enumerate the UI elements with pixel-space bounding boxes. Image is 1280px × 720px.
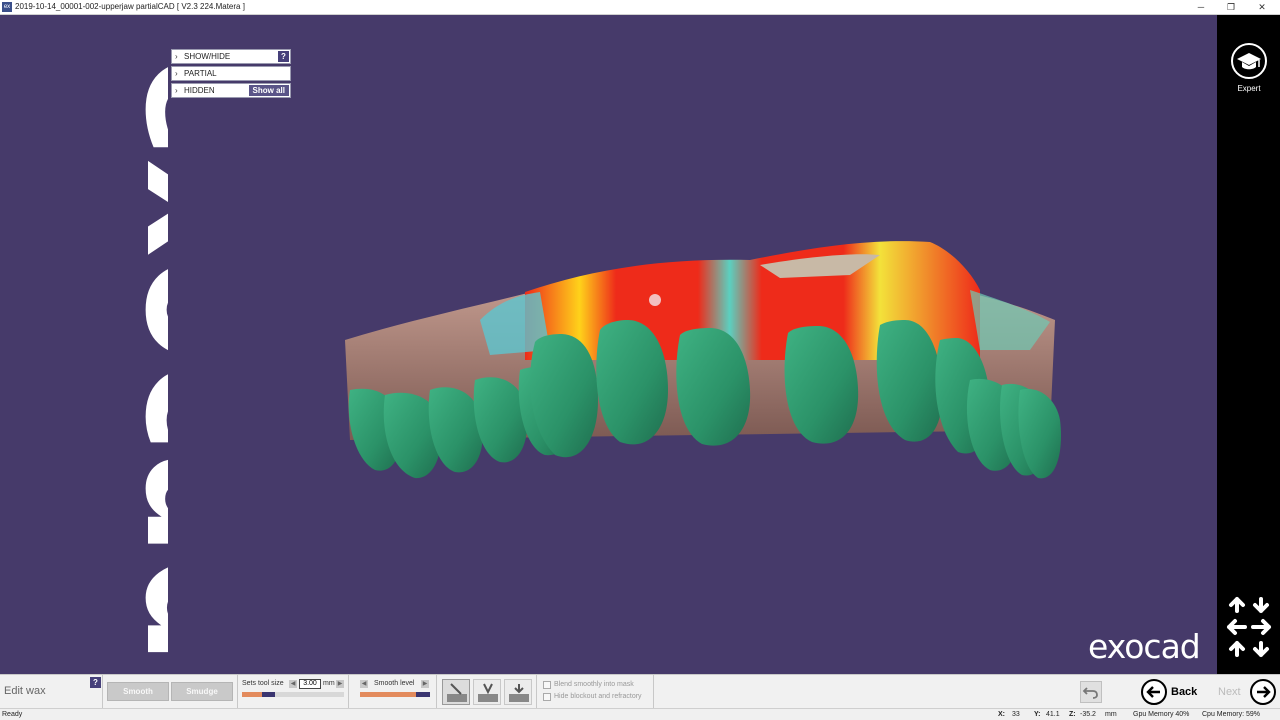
edit-wax-section: Edit wax ? xyxy=(0,675,103,709)
close-button[interactable]: ✕ xyxy=(1247,0,1277,15)
cpu-memory: Cpu Memory: 59% xyxy=(1202,711,1260,718)
expert-label: Expert xyxy=(1237,84,1261,93)
increase-level-icon[interactable]: ▶ xyxy=(421,680,429,688)
partial-label: PARTIAL xyxy=(184,69,217,78)
hide-blockout-label: Hide blockout and refractory xyxy=(554,693,642,700)
tool-size-unit: mm xyxy=(323,680,335,687)
hide-blockout-checkbox[interactable] xyxy=(543,693,551,701)
undo-icon xyxy=(1082,687,1098,699)
y-coordinate-label: Y: xyxy=(1034,711,1041,718)
upper-jaw-model[interactable] xyxy=(330,230,1070,505)
next-button[interactable]: Next xyxy=(1218,686,1241,698)
show-hide-label: SHOW/HIDE xyxy=(184,52,231,61)
status-ready: Ready xyxy=(2,711,23,718)
graduation-cap-icon xyxy=(1231,43,1267,79)
3d-viewport[interactable]: exocad › SHOW/HIDE ? › PARTIAL › HIDDEN … xyxy=(0,15,1217,674)
marker-dot xyxy=(649,294,661,306)
minimize-button[interactable]: ─ xyxy=(1186,0,1216,15)
help-icon[interactable]: ? xyxy=(278,51,289,62)
coordinate-unit: mm xyxy=(1105,711,1117,718)
hidden-row[interactable]: › HIDDEN Show all xyxy=(171,83,291,98)
show-all-button[interactable]: Show all xyxy=(248,85,289,96)
view-options-panel: › SHOW/HIDE ? › PARTIAL › HIDDEN Show al… xyxy=(171,49,291,100)
blend-checkbox[interactable] xyxy=(543,681,551,689)
tool-size-handle[interactable] xyxy=(262,692,275,697)
z-coordinate-value: -35.2 xyxy=(1080,711,1096,718)
wax-add-icon[interactable] xyxy=(473,679,501,705)
blend-label: Blend smoothly into mask xyxy=(554,681,634,688)
decrease-level-icon[interactable]: ◀ xyxy=(360,680,368,688)
gpu-memory: Gpu Memory 40% xyxy=(1133,711,1190,718)
maximize-button[interactable]: ❐ xyxy=(1216,0,1246,15)
expert-mode-button[interactable]: Expert xyxy=(1229,43,1269,93)
smudge-button[interactable]: Smudge xyxy=(171,682,233,701)
wax-knife-icon[interactable] xyxy=(442,679,470,705)
undo-button[interactable] xyxy=(1080,681,1102,703)
wax-tools-section xyxy=(437,675,537,709)
x-coordinate-label: X: xyxy=(998,711,1005,718)
help-icon[interactable]: ? xyxy=(90,677,101,688)
window-titlebar: ex 2019-10-14_00001-002-upperjaw partial… xyxy=(0,0,1280,15)
exocad-corner-logo: exocad xyxy=(1088,627,1201,666)
bottom-toolbar: Edit wax ? Smooth Smudge Sets tool size … xyxy=(0,674,1280,709)
y-coordinate-value: 41.1 xyxy=(1046,711,1060,718)
exocad-vertical-logo: exocad xyxy=(108,55,168,665)
tool-size-section: Sets tool size ◀ 3.00 mm ▶ xyxy=(238,675,349,709)
partial-row[interactable]: › PARTIAL xyxy=(171,66,291,81)
smooth-level-label: Smooth level xyxy=(374,680,415,687)
chevron-right-icon: › xyxy=(175,69,178,78)
wax-remove-icon[interactable] xyxy=(504,679,532,705)
app-icon: ex xyxy=(2,2,12,12)
tool-size-fill xyxy=(242,692,262,697)
edit-wax-label: Edit wax xyxy=(4,685,46,697)
show-hide-row[interactable]: › SHOW/HIDE ? xyxy=(171,49,291,64)
options-section: Blend smoothly into mask Hide blockout a… xyxy=(537,675,654,709)
status-bar: Ready X: 33 Y: 41.1 Z: -35.2 mm Gpu Memo… xyxy=(0,708,1280,720)
smooth-level-handle[interactable] xyxy=(416,692,430,697)
back-button[interactable]: Back xyxy=(1171,686,1197,698)
exocad-vertical-logo-text: exocad xyxy=(108,55,168,665)
tool-size-input[interactable]: 3.00 xyxy=(299,679,321,689)
smooth-button[interactable]: Smooth xyxy=(107,682,169,701)
window-title: 2019-10-14_00001-002-upperjaw partialCAD… xyxy=(15,2,245,11)
smooth-level-section: ◀ Smooth level ▶ xyxy=(349,675,437,709)
tool-size-label: Sets tool size xyxy=(242,680,284,687)
z-coordinate-label: Z: xyxy=(1069,711,1076,718)
x-coordinate-value: 33 xyxy=(1012,711,1020,718)
chevron-right-icon: › xyxy=(175,86,178,95)
chevron-right-icon: › xyxy=(175,52,178,61)
hidden-label: HIDDEN xyxy=(184,86,215,95)
view-navigation-arrows-icon[interactable] xyxy=(1225,595,1273,659)
decrease-size-icon[interactable]: ◀ xyxy=(289,680,297,688)
next-arrow-icon[interactable] xyxy=(1250,679,1276,705)
increase-size-icon[interactable]: ▶ xyxy=(336,680,344,688)
right-sidebar: Expert xyxy=(1217,15,1280,674)
brush-mode-section: Smooth Smudge xyxy=(103,675,238,709)
back-arrow-icon[interactable] xyxy=(1141,679,1167,705)
